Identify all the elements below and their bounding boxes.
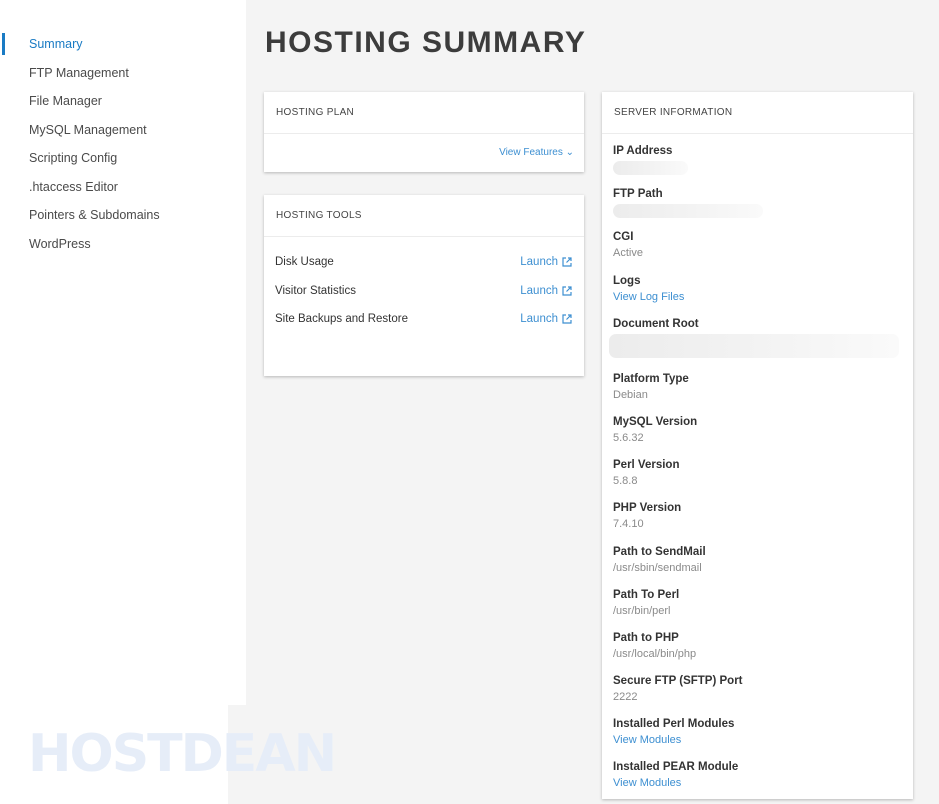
external-link-icon bbox=[562, 257, 572, 267]
info-label: Document Root bbox=[613, 317, 699, 330]
server-information-header: SERVER INFORMATION bbox=[602, 92, 913, 134]
tool-label: Disk Usage bbox=[275, 256, 334, 269]
launch-visitor-statistics-button[interactable]: Launch bbox=[520, 285, 572, 297]
sidebar-item-ftp-management[interactable]: FTP Management bbox=[0, 59, 228, 88]
info-path-sendmail: Path to SendMail /usr/sbin/sendmail bbox=[613, 545, 913, 588]
info-sftp-port: Secure FTP (SFTP) Port 2222 bbox=[613, 674, 913, 717]
info-value: 7.4.10 bbox=[613, 518, 644, 531]
sidebar-extension bbox=[228, 0, 246, 355]
info-label: Path to PHP bbox=[613, 631, 679, 644]
info-value: /usr/local/bin/php bbox=[613, 647, 697, 660]
tool-row-visitor-statistics: Visitor Statistics Launch bbox=[264, 277, 584, 306]
info-value: Active bbox=[613, 247, 643, 260]
info-value: 5.8.8 bbox=[613, 475, 638, 488]
info-value: 2222 bbox=[613, 691, 638, 704]
info-path-php: Path to PHP /usr/local/bin/php bbox=[613, 631, 913, 674]
sidebar: Summary FTP Management File Manager MySQ… bbox=[0, 0, 337, 804]
sidebar-item-htaccess-editor[interactable]: .htaccess Editor bbox=[0, 173, 228, 202]
info-mysql-version: MySQL Version 5.6.32 bbox=[613, 415, 913, 458]
sidebar-nav: Summary FTP Management File Manager MySQ… bbox=[0, 30, 228, 258]
info-label: Installed Perl Modules bbox=[613, 718, 735, 731]
launch-disk-usage-button[interactable]: Launch bbox=[520, 256, 572, 268]
sidebar-item-scripting-config[interactable]: Scripting Config bbox=[0, 144, 228, 173]
launch-label: Launch bbox=[520, 284, 558, 297]
launch-label: Launch bbox=[520, 256, 558, 269]
info-label: MySQL Version bbox=[613, 415, 698, 428]
info-value: /usr/sbin/sendmail bbox=[613, 561, 702, 574]
info-label: Perl Version bbox=[613, 459, 680, 472]
info-path-perl: Path To Perl /usr/bin/perl bbox=[613, 588, 913, 631]
info-label: Logs bbox=[613, 274, 641, 287]
view-pear-modules-link[interactable]: View Modules bbox=[613, 775, 913, 791]
redacted-value bbox=[609, 333, 899, 358]
view-perl-modules-link[interactable]: View Modules bbox=[613, 732, 913, 748]
redacted-value bbox=[613, 204, 763, 219]
tool-label: Visitor Statistics bbox=[275, 284, 356, 297]
info-perl-version: Perl Version 5.8.8 bbox=[613, 458, 913, 501]
external-link-icon bbox=[562, 314, 572, 324]
launch-site-backups-button[interactable]: Launch bbox=[520, 313, 572, 325]
tool-label: Site Backups and Restore bbox=[275, 313, 408, 326]
info-label: FTP Path bbox=[613, 188, 663, 201]
info-cgi: CGI Active bbox=[613, 230, 913, 273]
info-value: 5.6.32 bbox=[613, 431, 644, 444]
tool-row-site-backups: Site Backups and Restore Launch bbox=[264, 305, 584, 334]
sidebar-item-file-manager[interactable]: File Manager bbox=[0, 87, 228, 116]
sidebar-item-mysql-management[interactable]: MySQL Management bbox=[0, 116, 228, 145]
info-pear-module: Installed PEAR Module View Modules bbox=[613, 760, 913, 803]
sidebar-item-wordpress[interactable]: WordPress bbox=[0, 230, 228, 259]
info-ip-address: IP Address bbox=[613, 144, 913, 187]
info-label: PHP Version bbox=[613, 502, 682, 515]
hosting-plan-card: HOSTING PLAN View Features ⌄ bbox=[264, 92, 584, 172]
view-log-files-link[interactable]: View Log Files bbox=[613, 289, 913, 305]
info-value: /usr/bin/perl bbox=[613, 604, 671, 617]
page-title: HOSTING SUMMARY bbox=[265, 26, 587, 59]
info-value: Debian bbox=[613, 388, 648, 401]
info-platform-type: Platform Type Debian bbox=[613, 372, 913, 415]
sidebar-item-summary[interactable]: Summary bbox=[0, 30, 228, 59]
info-label: Secure FTP (SFTP) Port bbox=[613, 675, 743, 688]
hosting-tools-card: HOSTING TOOLS Disk Usage Launch Visitor … bbox=[264, 195, 584, 376]
server-info-list: IP Address FTP Path CGI Active Logs View… bbox=[602, 134, 913, 804]
launch-label: Launch bbox=[520, 313, 558, 326]
info-label: Installed PEAR Module bbox=[613, 761, 739, 774]
tool-row-disk-usage: Disk Usage Launch bbox=[264, 248, 584, 277]
info-label: Platform Type bbox=[613, 372, 689, 385]
info-label: Path To Perl bbox=[613, 588, 680, 601]
sidebar-item-pointers-subdomains[interactable]: Pointers & Subdomains bbox=[0, 201, 228, 230]
info-document-root: Document Root bbox=[609, 317, 913, 372]
info-label: IP Address bbox=[613, 145, 673, 157]
tools-list: Disk Usage Launch Visitor Statistics Lau… bbox=[264, 237, 584, 334]
redacted-value bbox=[613, 161, 688, 175]
info-ftp-path: FTP Path bbox=[613, 187, 913, 230]
info-label: CGI bbox=[613, 231, 634, 244]
info-label: Path to SendMail bbox=[613, 545, 706, 558]
info-logs: Logs View Log Files bbox=[613, 274, 913, 317]
info-perl-modules: Installed Perl Modules View Modules bbox=[613, 717, 913, 760]
server-information-card: SERVER INFORMATION IP Address FTP Path C… bbox=[602, 92, 913, 799]
view-features-link[interactable]: View Features ⌄ bbox=[499, 147, 574, 158]
hosting-plan-header: HOSTING PLAN bbox=[264, 92, 584, 134]
hosting-tools-header: HOSTING TOOLS bbox=[264, 195, 584, 237]
external-link-icon bbox=[562, 286, 572, 296]
hostdean-watermark: HOSTDEAN bbox=[28, 724, 337, 784]
info-php-version: PHP Version 7.4.10 bbox=[613, 501, 913, 544]
sidebar-extension-lower bbox=[228, 355, 246, 705]
